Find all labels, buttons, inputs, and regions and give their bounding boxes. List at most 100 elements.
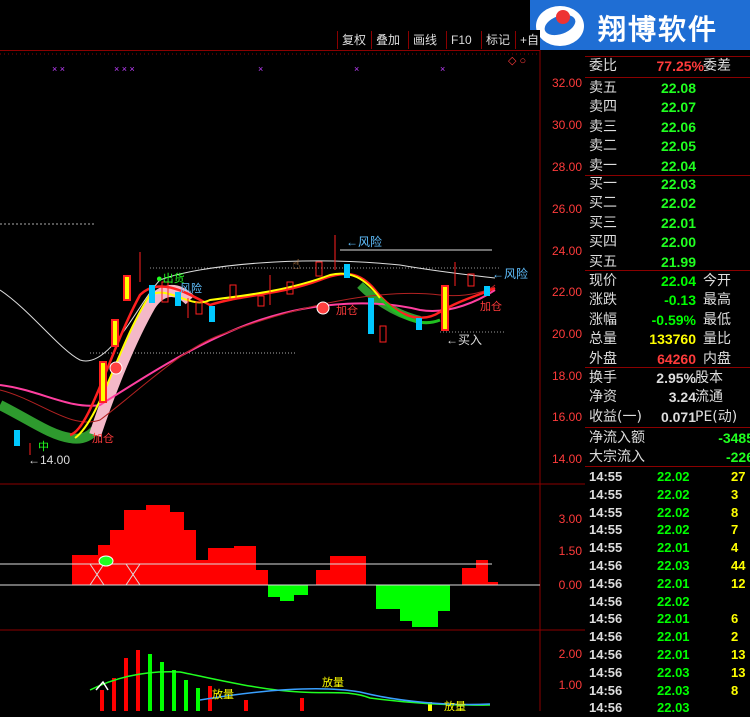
sell-level-row[interactable]: 卖二 22.05 bbox=[589, 136, 750, 156]
price-tick: 16.00 bbox=[551, 410, 582, 424]
tick-row[interactable]: 14:55 22.02 3 bbox=[589, 486, 750, 504]
price-tick: 24.00 bbox=[551, 244, 582, 258]
stat-label-2: 量比 bbox=[703, 331, 731, 348]
sell-level-row[interactable]: 卖三 22.06 bbox=[589, 117, 750, 137]
draw-line-button[interactable]: 画线 bbox=[408, 31, 441, 49]
restore-rights-button[interactable]: 复权 bbox=[337, 31, 370, 49]
logo-emblem-icon bbox=[536, 6, 584, 46]
tick-price: 22.01 bbox=[657, 575, 690, 591]
fund-flow-value: -3485 bbox=[718, 430, 750, 446]
tick-qty: 27 bbox=[731, 469, 746, 484]
buy-level-row[interactable]: 买五 21.99 bbox=[589, 252, 750, 272]
tick-row[interactable]: 14:56 22.01 6 bbox=[589, 610, 750, 628]
tick-price: 22.02 bbox=[657, 486, 690, 502]
add-label-2: 加仓 bbox=[92, 431, 114, 445]
svg-text:× × ×: × × × bbox=[114, 64, 135, 74]
macd-tick: 1.50 bbox=[558, 544, 582, 558]
risk-small-label: 风险 bbox=[180, 281, 202, 295]
logo-text: 翔博软件 bbox=[598, 13, 719, 46]
sell-level-price: 22.05 bbox=[660, 138, 696, 155]
svg-text:×: × bbox=[258, 64, 263, 74]
tick-row[interactable]: 14:55 22.02 7 bbox=[589, 521, 750, 539]
stat-label-2: 最高 bbox=[703, 292, 731, 309]
tick-time: 14:55 bbox=[589, 540, 623, 556]
stat-label: 涨跌 bbox=[589, 292, 617, 309]
buy-level-price: 22.03 bbox=[660, 176, 696, 192]
add-position-ball-2 bbox=[316, 301, 330, 315]
svg-text:× ×: × × bbox=[52, 64, 65, 74]
fundamental-label-2: 流通 bbox=[695, 389, 723, 406]
buy-level-row[interactable]: 买四 22.00 bbox=[589, 232, 750, 252]
tick-row[interactable]: 14:55 22.02 8 bbox=[589, 504, 750, 522]
stat-label-2: 今开 bbox=[703, 273, 731, 289]
tick-qty: 8 bbox=[731, 682, 739, 698]
tick-row[interactable]: 14:56 22.03 13 bbox=[589, 664, 750, 682]
risk-label-2: ←风险 bbox=[492, 266, 528, 281]
tick-row[interactable]: 14:56 22.01 13 bbox=[589, 646, 750, 664]
tick-time: 14:56 bbox=[589, 575, 623, 591]
tick-time: 14:56 bbox=[589, 558, 623, 573]
mark-button[interactable]: 标记 bbox=[481, 31, 514, 49]
fundamental-label-2: PE(动) bbox=[695, 408, 738, 425]
signal-markers: × × × × × × × × bbox=[52, 64, 445, 74]
volume-tick: 2.00 bbox=[558, 647, 582, 661]
stat-label: 总量 bbox=[589, 331, 617, 348]
sell-level-row[interactable]: 卖四 22.07 bbox=[589, 97, 750, 117]
tick-qty: 8 bbox=[731, 504, 739, 520]
sell-level-row[interactable]: 卖一 22.04 bbox=[589, 156, 750, 176]
tick-price: 22.02 bbox=[657, 522, 690, 538]
sell-level-label: 卖三 bbox=[589, 118, 617, 135]
tick-row[interactable]: 14:56 22.01 12 bbox=[589, 575, 750, 593]
ma-darkred bbox=[0, 284, 496, 423]
tick-time: 14:55 bbox=[589, 522, 623, 538]
fund-flow-row: 净流入额 -3485 bbox=[589, 428, 750, 448]
buy-label: ←买入 bbox=[446, 333, 482, 347]
sell-level-price: 22.08 bbox=[660, 80, 696, 96]
fund-flow-row: 大宗流入 -226 bbox=[589, 447, 750, 467]
macd-histogram bbox=[72, 505, 498, 627]
tick-row[interactable]: 14:56 22.02 bbox=[589, 593, 750, 611]
tick-time: 14:56 bbox=[589, 664, 623, 680]
tick-time: 14:55 bbox=[589, 504, 623, 520]
price-tick: 30.00 bbox=[551, 118, 582, 132]
tick-row[interactable]: 14:56 22.03 bbox=[589, 699, 750, 717]
fundamental-label: 换手 bbox=[589, 370, 617, 386]
quote-stat-row: 涨幅 -0.59% 最低 bbox=[589, 310, 750, 330]
buy-level-row[interactable]: 买一 22.03 bbox=[589, 174, 750, 194]
volume-tick: 1.00 bbox=[558, 678, 582, 692]
diamond-icon: ◇ ○ bbox=[508, 55, 526, 67]
hand-cursor-icon: ☝ bbox=[292, 256, 301, 272]
f10-button[interactable]: F10 bbox=[446, 31, 476, 49]
tick-row[interactable]: 14:56 22.03 8 bbox=[589, 682, 750, 700]
buy-level-row[interactable]: 买二 22.02 bbox=[589, 193, 750, 213]
tick-price: 22.01 bbox=[657, 629, 690, 645]
stat-value: 22.04 bbox=[660, 273, 696, 289]
add-label-1: 加仓 bbox=[336, 303, 358, 317]
fundamental-value: 3.24 bbox=[668, 389, 696, 406]
tick-row[interactable]: 14:56 22.03 44 bbox=[589, 557, 750, 575]
tick-qty: 7 bbox=[731, 522, 739, 538]
buy-level-row[interactable]: 买三 22.01 bbox=[589, 213, 750, 233]
tick-row[interactable]: 14:56 22.01 2 bbox=[589, 628, 750, 646]
buy-level-label: 买三 bbox=[589, 214, 617, 231]
fund-flow-label: 大宗流入 bbox=[589, 449, 645, 465]
buy-level-price: 21.99 bbox=[660, 253, 696, 270]
fundamental-label: 净资 bbox=[589, 389, 617, 406]
add-custom-button[interactable]: +自 bbox=[515, 31, 543, 49]
ma-red bbox=[69, 272, 496, 437]
svg-text:×: × bbox=[440, 64, 445, 74]
tick-qty: 13 bbox=[731, 647, 746, 662]
tick-price: 22.01 bbox=[657, 647, 690, 662]
tick-row[interactable]: 14:55 22.01 4 bbox=[589, 539, 750, 557]
overlay-button[interactable]: 叠加 bbox=[371, 31, 404, 49]
volume-bars bbox=[100, 650, 432, 711]
tick-row[interactable]: 14:55 22.02 27 bbox=[589, 468, 750, 486]
tick-price: 22.01 bbox=[657, 540, 690, 556]
fundamental-row: 换手 2.95% 股本 bbox=[589, 368, 750, 388]
buy-level-price: 22.02 bbox=[660, 195, 696, 212]
tick-price: 22.03 bbox=[657, 664, 690, 680]
sell-level-row[interactable]: 卖五 22.08 bbox=[589, 78, 750, 98]
quote-stat-row: 涨跌 -0.13 最高 bbox=[589, 290, 750, 310]
tick-price: 22.03 bbox=[657, 682, 690, 698]
kline-chart[interactable]: × × × × × × × × ◇ ○ ☝ ←风险 ←风险 ●出货 风险 加仓 … bbox=[0, 50, 585, 711]
